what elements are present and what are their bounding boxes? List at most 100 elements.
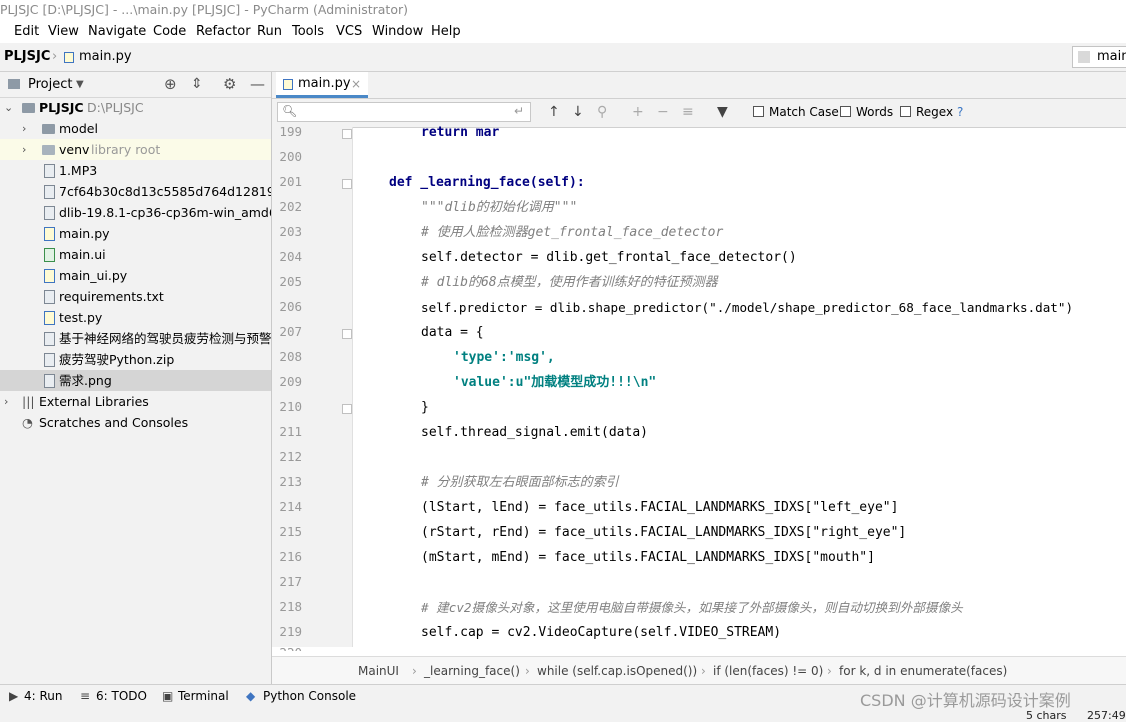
menu-refactor[interactable]: Refactor [196, 20, 251, 43]
breadcrumb-item[interactable]: if (len(faces) != 0) [713, 657, 823, 685]
fold-marker-icon[interactable] [342, 329, 352, 339]
terminal-tool-button[interactable]: Terminal [178, 689, 229, 703]
chevron-right-icon[interactable]: › [4, 391, 8, 412]
tree-item-mp3[interactable]: 1.MP3 [0, 160, 271, 181]
code-text: self.predictor = dlib.shape_predictor(".… [421, 300, 1074, 315]
code-line[interactable]: 'type':'msg', [453, 345, 555, 370]
find-all-icon[interactable]: ⚲ [597, 104, 607, 120]
collapse-all-icon[interactable]: ⇕ [191, 72, 203, 97]
code-line[interactable]: self.cap = cv2.VideoCapture(self.VIDEO_S… [421, 620, 781, 645]
tree-item-venv[interactable]: › venv library root [0, 139, 271, 160]
menu-window[interactable]: Window [372, 20, 423, 43]
chevron-down-icon[interactable]: ⌄ [4, 97, 13, 118]
code-line[interactable]: # 使用人脸检测器get_frontal_face_detector [421, 220, 723, 245]
tree-item-model[interactable]: › model [0, 118, 271, 139]
remove-occurrence-icon[interactable]: − [657, 104, 669, 120]
menu-run[interactable]: Run [257, 20, 282, 43]
search-icon[interactable]: 🔍︎ [282, 104, 297, 118]
add-occurrence-icon[interactable]: + [632, 104, 644, 120]
locate-icon[interactable]: ⊕ [164, 72, 177, 97]
select-all-occurrences-icon[interactable]: ≡ [682, 104, 694, 120]
code-line[interactable]: self.predictor = dlib.shape_predictor(".… [421, 295, 1073, 320]
words-checkbox[interactable] [840, 106, 851, 117]
words-label: Words [856, 105, 894, 119]
breadcrumb-item[interactable]: while (self.cap.isOpened()) [537, 657, 697, 685]
audio-file-icon [44, 164, 55, 178]
regex-checkbox[interactable] [900, 106, 911, 117]
tab-main-py[interactable]: main.py × [276, 72, 368, 98]
code-line[interactable]: # dlib的68点模型，使用作者训练好的特征预测器 [421, 270, 718, 295]
line-number: 220 [272, 645, 302, 651]
code-line[interactable]: # 建cv2摄像头对象，这里使用电脑自带摄像头，如果接了外部摄像头，则自动切换到… [421, 595, 963, 620]
code-line[interactable]: """dlib的初始化调用""" [421, 195, 577, 220]
fold-marker-icon[interactable] [342, 404, 352, 414]
breadcrumb-item[interactable]: _learning_face() [424, 657, 520, 685]
run-tool-button[interactable]: 4: Run [24, 689, 63, 703]
filter-icon[interactable]: ▼ [717, 104, 728, 120]
menu-help[interactable]: Help [431, 20, 461, 43]
tree-item-zip[interactable]: 疲劳驾驶Python.zip [0, 349, 271, 370]
code-line[interactable]: self.detector = dlib.get_frontal_face_de… [421, 245, 797, 270]
line-number: 207 [279, 324, 302, 339]
code-line[interactable]: data = { [421, 320, 484, 345]
menu-tools[interactable]: Tools [292, 20, 324, 43]
folder-icon [42, 124, 55, 134]
code-line[interactable]: def _learning_face(self): [389, 170, 585, 195]
nav-project[interactable]: PLJSJC [4, 43, 50, 71]
line-number: 215 [279, 524, 302, 539]
code-text: self.detector = dlib.get_frontal_face_de… [421, 250, 797, 265]
tree-item-dlib-wheel[interactable]: dlib-19.8.1-cp36-cp36m-win_amd64.w [0, 202, 271, 223]
close-icon[interactable]: × [351, 72, 361, 96]
fold-marker-icon[interactable] [342, 129, 352, 139]
code-string: 'type':'msg', [453, 350, 555, 365]
tree-item-main-ui[interactable]: main.ui [0, 244, 271, 265]
code-line[interactable]: return mar [421, 120, 499, 145]
python-console-tool-button[interactable]: Python Console [263, 689, 356, 703]
fold-marker-icon[interactable] [342, 179, 352, 189]
code-line[interactable]: (rStart, rEnd) = face_utils.FACIAL_LANDM… [421, 520, 906, 545]
tree-item-label: 1.MP3 [59, 163, 98, 178]
search-input[interactable]: 🔍︎ ↵ [277, 102, 531, 122]
chevron-right-icon[interactable]: › [22, 118, 26, 139]
code-line[interactable]: (mStart, mEnd) = face_utils.FACIAL_LANDM… [421, 545, 875, 570]
regex-help-link[interactable]: ? [957, 105, 963, 119]
gear-icon[interactable]: ⚙ [223, 72, 236, 97]
chevron-down-icon[interactable]: ▼ [76, 72, 84, 97]
tree-root[interactable]: ⌄ PLJSJC D:\PLJSJC [0, 97, 271, 118]
cursor-position-status[interactable]: 257:49 [1087, 709, 1126, 722]
code-text: self.cap = cv2.VideoCapture(self.VIDEO_S… [421, 625, 782, 640]
tree-item-scratches[interactable]: ◔ Scratches and Consoles [0, 412, 271, 433]
menu-edit[interactable]: Edit [14, 20, 39, 43]
code-line[interactable]: 'value':u"加载模型成功!!!\n" [453, 370, 656, 395]
tree-item-thesis-doc[interactable]: 基于神经网络的驾驶员疲劳检测与预警系 [0, 328, 271, 349]
breadcrumb-item[interactable]: for k, d in enumerate(faces) [839, 657, 1007, 685]
arrow-down-icon[interactable]: ↓ [572, 104, 584, 120]
menu-view[interactable]: View [48, 20, 79, 43]
code-line[interactable]: (lStart, lEnd) = face_utils.FACIAL_LANDM… [421, 495, 898, 520]
breadcrumb-item[interactable]: MainUI [358, 657, 399, 685]
tree-item-hash-file[interactable]: 7cf64b30c8d13c5585d764d12819c53 [0, 181, 271, 202]
menu-vcs[interactable]: VCS [336, 20, 362, 43]
arrow-up-icon[interactable]: ↑ [548, 104, 560, 120]
breadcrumb-separator-icon: › [412, 664, 417, 678]
tree-item-png[interactable]: 需求.png [0, 370, 271, 391]
tree-item-main-ui-py[interactable]: main_ui.py [0, 265, 271, 286]
nav-file[interactable]: main.py [79, 43, 132, 71]
tree-item-main-py[interactable]: main.py [0, 223, 271, 244]
code-line[interactable]: # 分别获取左右眼面部标志的索引 [421, 470, 619, 495]
match-case-checkbox[interactable] [753, 106, 764, 117]
run-config-selector[interactable]: main [1072, 46, 1126, 68]
code-line[interactable]: } [421, 395, 429, 420]
chevron-right-icon[interactable]: › [22, 139, 26, 160]
todo-tool-button[interactable]: 6: TODO [96, 689, 147, 703]
menu-navigate[interactable]: Navigate [88, 20, 146, 43]
tree-item-test-py[interactable]: test.py [0, 307, 271, 328]
menu-code[interactable]: Code [153, 20, 186, 43]
line-number: 212 [279, 449, 302, 464]
tree-item-requirements[interactable]: requirements.txt [0, 286, 271, 307]
tree-item-external-libraries[interactable]: › ||| External Libraries [0, 391, 271, 412]
minimize-icon[interactable]: — [250, 72, 265, 97]
project-view-selector[interactable]: Project [28, 72, 72, 97]
enter-icon: ↵ [514, 104, 525, 118]
code-line[interactable]: self.thread_signal.emit(data) [421, 420, 648, 445]
